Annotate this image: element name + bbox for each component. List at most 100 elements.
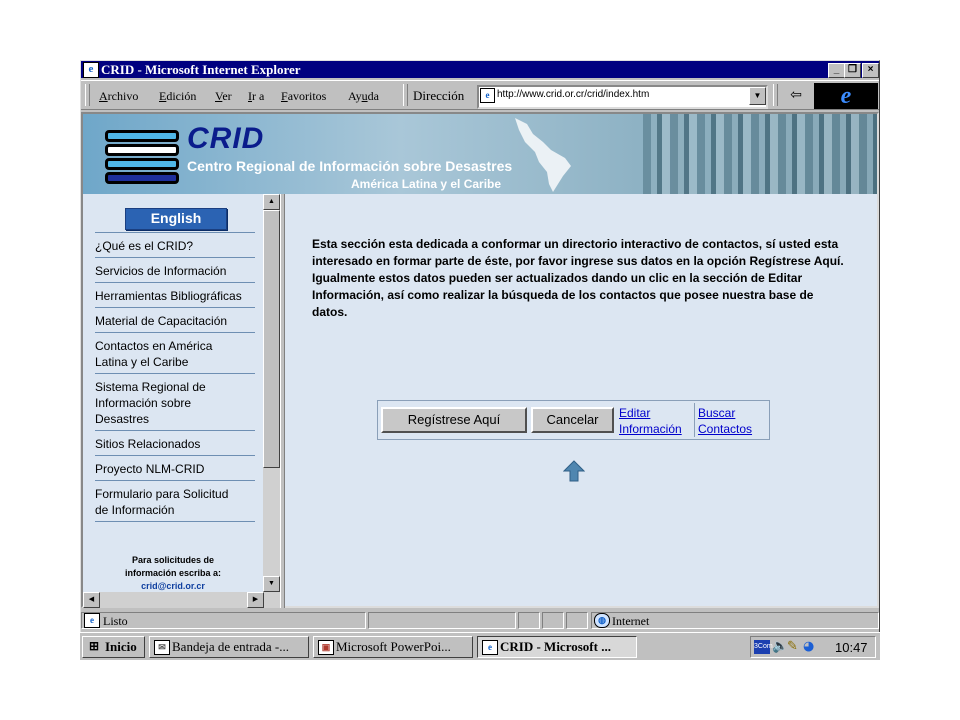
globe-icon: ◍ — [594, 613, 610, 628]
task-label: Microsoft PowerPoi... — [336, 639, 451, 654]
speaker-icon[interactable]: 🔈 — [772, 639, 788, 654]
sidebar-item-contactos[interactable]: Contactos en América Latina y el Caribe — [95, 338, 240, 370]
address-url[interactable]: http://www.crid.or.cr/crid/index.htm — [497, 89, 649, 100]
close-button[interactable]: × — [862, 63, 879, 78]
task-label: CRID - Microsoft ... — [500, 639, 611, 654]
sidebar-item-material[interactable]: Material de Capacitación — [95, 313, 255, 329]
edit-info-link[interactable]: Editar Información — [619, 405, 682, 437]
english-button[interactable]: English — [125, 208, 227, 230]
zone-text: Internet — [612, 614, 650, 628]
search-contacts-link-line[interactable]: Contactos — [698, 421, 752, 437]
scroll-down-button[interactable]: ▼ — [263, 576, 280, 592]
contact-note-line: información escriba a: — [124, 568, 222, 578]
tray-tool-icon[interactable]: ✎ — [787, 639, 798, 654]
banner-region: América Latina y el Caribe — [351, 177, 502, 191]
scroll-thumb[interactable] — [263, 210, 280, 468]
sidebar-vertical-scrollbar[interactable]: ▲ ▼ — [263, 194, 280, 592]
inbox-icon: ✉ — [154, 640, 170, 655]
system-tray: 3Com 🔈 ✎ ◕ 10:47 — [750, 636, 876, 658]
divider — [95, 455, 255, 456]
up-arrow-icon[interactable] — [563, 460, 585, 482]
edit-info-link-line[interactable]: Información — [619, 421, 682, 437]
edit-info-link-line[interactable]: Editar — [619, 405, 682, 421]
status-pane — [518, 612, 540, 629]
search-contacts-link-line[interactable]: Buscar — [698, 405, 752, 421]
toolbar-grip[interactable] — [773, 84, 778, 106]
divider — [95, 521, 255, 522]
status-text: Listo — [103, 614, 128, 628]
books-logo-icon — [105, 130, 179, 184]
scroll-up-button[interactable]: ▲ — [263, 194, 280, 210]
divider — [95, 307, 255, 308]
network-icon[interactable]: 3Com — [754, 640, 773, 654]
restore-button[interactable]: ❐ — [844, 63, 861, 78]
scroll-right-button[interactable]: ▶ — [247, 592, 264, 608]
powerpoint-icon: ▣ — [318, 640, 334, 655]
search-contacts-link[interactable]: Buscar Contactos — [698, 405, 752, 437]
menu-ayuda[interactable]: Ayuda — [348, 89, 379, 104]
start-button[interactable]: ⊞ Inicio — [82, 636, 145, 658]
clock[interactable]: 10:47 — [835, 640, 868, 655]
taskbar: ⊞ Inicio ✉ Bandeja de entrada -... ▣ Mic… — [80, 632, 880, 660]
menu-favoritos[interactable]: Favoritos — [281, 89, 326, 104]
address-dropdown-button[interactable]: ▼ — [749, 87, 766, 105]
crid-banner: CRID Centro Regional de Información sobr… — [83, 114, 877, 194]
divider — [95, 430, 255, 431]
sidebar-horizontal-scrollbar[interactable]: ◀ ▶ — [83, 592, 280, 608]
task-crid-ie[interactable]: e CRID - Microsoft ... — [477, 636, 637, 658]
register-button[interactable]: Regístrese Aquí — [381, 407, 527, 433]
link-divider — [694, 403, 695, 437]
menu-address-bar: Archivo Edición Ver Ir a Favoritos Ayuda… — [81, 80, 879, 110]
sidebar: English ¿Qué es el CRID? Servicios de In… — [83, 194, 263, 592]
address-label: Dirección — [413, 88, 465, 103]
menu-edicion[interactable]: Edición — [159, 89, 196, 104]
menu-ir-a[interactable]: Ir a — [248, 89, 264, 104]
toolbar-grip[interactable] — [403, 84, 408, 106]
toolbar-grip[interactable] — [85, 84, 90, 106]
contact-note: Para solicitudes de información escriba … — [103, 554, 243, 593]
sidebar-item-formulario[interactable]: Formulario para Solicitud de Información — [95, 486, 245, 518]
sidebar-item-servicios[interactable]: Servicios de Información — [95, 263, 255, 279]
sidebar-item-sitios[interactable]: Sitios Relacionados — [95, 436, 255, 452]
divider — [95, 373, 255, 374]
crid-logo: CRID — [187, 122, 265, 155]
contact-note-line: Para solicitudes de — [131, 555, 215, 565]
start-label: Inicio — [105, 639, 137, 654]
task-inbox[interactable]: ✉ Bandeja de entrada -... — [149, 636, 309, 658]
menu-archivo[interactable]: Archivo — [99, 89, 138, 104]
frame-divider[interactable] — [280, 194, 285, 608]
latin-america-map-icon — [515, 118, 571, 192]
status-pane — [566, 612, 588, 629]
status-pane — [542, 612, 564, 629]
status-bar: e Listo ◍ Internet — [81, 610, 879, 630]
sidebar-item-herramientas[interactable]: Herramientas Bibliográficas — [95, 288, 255, 304]
tray-chat-icon[interactable]: ◕ — [803, 639, 814, 654]
sidebar-item-que-es-crid[interactable]: ¿Qué es el CRID? — [95, 238, 255, 254]
divider — [95, 480, 255, 481]
windows-logo-icon: ⊞ — [87, 639, 101, 653]
divider — [95, 257, 255, 258]
back-arrow-icon[interactable]: ⇦ — [784, 87, 808, 105]
divider — [95, 232, 255, 233]
scroll-left-button[interactable]: ◀ — [83, 592, 100, 608]
task-powerpoint[interactable]: ▣ Microsoft PowerPoi... — [313, 636, 473, 658]
intro-paragraph: Esta sección esta dedicada a conformar u… — [312, 237, 844, 319]
sidebar-item-sistema-regional[interactable]: Sistema Regional de Información sobre De… — [95, 379, 230, 427]
status-pane — [368, 612, 516, 629]
title-bar[interactable]: e CRID - Microsoft Internet Explorer _ ❐… — [81, 61, 879, 78]
divider — [95, 332, 255, 333]
cancel-button[interactable]: Cancelar — [531, 407, 614, 433]
ie-page-icon: e — [83, 62, 99, 78]
page-status-icon: e — [84, 613, 100, 628]
action-bar: Regístrese Aquí Cancelar Editar Informac… — [377, 400, 770, 440]
task-label: Bandeja de entrada -... — [172, 639, 289, 654]
sidebar-item-proyecto[interactable]: Proyecto NLM-CRID — [95, 461, 255, 477]
menu-ver[interactable]: Ver — [215, 89, 232, 104]
ie-logo-icon: e — [814, 83, 878, 109]
address-input[interactable]: e http://www.crid.or.cr/crid/index.htm ▼ — [477, 85, 768, 109]
banner-subtitle: Centro Regional de Información sobre Des… — [187, 158, 513, 174]
divider — [95, 282, 255, 283]
minimize-button[interactable]: _ — [828, 63, 845, 78]
banner-shelves — [643, 114, 877, 194]
page-icon: e — [480, 88, 495, 103]
